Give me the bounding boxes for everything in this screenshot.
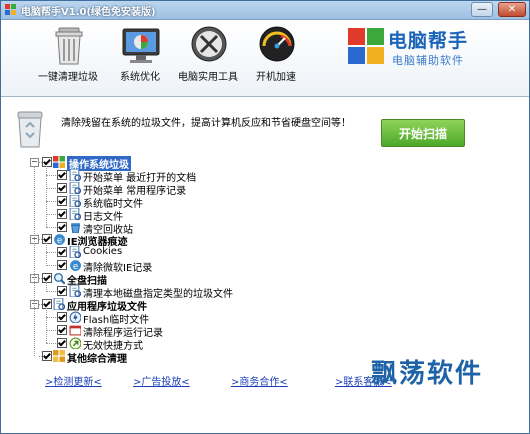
tree-checkbox[interactable] [42,273,52,284]
watermark: 飘荡软件 [361,353,529,393]
document-search-icon [69,207,81,220]
tree-connector [46,174,56,176]
tree-item-label[interactable]: Cookies [83,246,122,257]
ie-icon: e [54,234,65,246]
tree-connector [46,213,56,215]
tree-checkbox[interactable] [57,182,67,193]
toolbar-item-label: 系统优化 [120,72,160,83]
tree-connector [46,282,47,292]
tree-connector [46,187,56,189]
link-check-update[interactable]: >检测更新< [45,373,102,388]
brand-logo: 电脑帮手 电脑辅助软件 [347,25,527,77]
tree-connector [46,252,56,254]
document-search-icon [53,297,65,310]
shortcut-icon [69,337,81,349]
svg-text:e: e [73,262,78,271]
toolbar-item-utility-tools[interactable]: 电脑实用工具 [171,22,245,92]
tree-connector [46,265,56,267]
link-label[interactable]: 广告投放 [141,377,181,388]
link-advertising[interactable]: >广告投放< [133,373,190,388]
ie-icon: e [70,260,81,272]
document-search-icon [69,181,81,194]
tree-connector [46,316,56,318]
tree-connector [46,291,56,292]
tree-checkbox[interactable] [57,311,67,322]
link-business[interactable]: >商务合作< [231,373,288,388]
document-search-icon [69,168,81,181]
document-search-icon [69,285,81,297]
tree-checkbox[interactable] [42,298,52,309]
toolbar: 一键清理垃圾 系统优化 电脑实用工具 开机加速 电脑帮手 电脑辅助软件 [1,20,529,97]
toolbar-item-label: 一键清理垃圾 [38,72,98,83]
flash-icon [69,311,81,323]
tree-checkbox[interactable] [42,234,52,245]
app-icon [5,4,16,15]
tree-checkbox[interactable] [57,247,67,258]
toolbar-item-label: 电脑实用工具 [178,72,238,83]
speedometer-icon [259,26,295,62]
minimize-button[interactable]: — [471,2,493,17]
tree-checkbox[interactable] [57,195,67,206]
link-label[interactable]: 检测更新 [53,377,93,388]
svg-text:e: e [57,236,62,245]
brand-subtitle: 电脑辅助软件 [392,54,464,67]
tree-group-label[interactable]: 其他综合清理 [67,350,127,365]
document-search-icon [69,246,81,259]
tree-checkbox[interactable] [57,221,67,232]
toolbar-item-label: 开机加速 [256,72,296,83]
tree-checkbox[interactable] [57,169,67,180]
tools-icon [191,26,227,62]
recycle-bin-icon [71,222,80,233]
watermark-text: 飘荡软件 [371,359,484,389]
tree-connector [34,166,35,357]
windows-flag-icon [53,156,65,168]
tree-checkbox[interactable] [57,337,67,348]
toolbar-item-boot-speed[interactable]: 开机加速 [239,22,313,92]
tree-checkbox[interactable] [57,286,67,296]
program-icon [69,325,81,336]
tree-connector [46,329,56,331]
tree-connector [46,226,56,228]
brand-title: 电脑帮手 [388,30,469,52]
document-search-icon [69,194,81,207]
tree-checkbox[interactable] [42,350,52,361]
magnifier-icon [53,273,65,285]
toolbar-item-clean-junk[interactable]: 一键清理垃圾 [31,22,105,92]
grid-icon [53,349,65,362]
clean-description: 清除残留在系统的垃圾文件，提高计算机反应和节省硬盘空间等！ [61,118,351,129]
app-window: 电脑帮手V1.0(绿色免安装版) — ✕ 一键清理垃圾 系统优化 电脑实用工具 … [0,0,530,434]
tree-connector [46,243,47,267]
tree-connector [46,200,56,202]
tree-connector [46,165,47,228]
tree-connector [46,342,56,344]
tree-checkbox[interactable] [57,208,67,219]
trash-can-icon [55,27,83,65]
link-label[interactable]: 商务合作 [239,377,279,388]
start-scan-button[interactable]: 开始扫描 [381,119,465,147]
window-title: 电脑帮手V1.0(绿色免安装版) [21,7,156,18]
windows-logo-icon [348,28,384,64]
tree-checkbox[interactable] [42,157,52,167]
monitor-icon [122,28,160,63]
tree-connector [46,307,47,344]
tree-checkbox[interactable] [57,260,67,271]
close-button[interactable]: ✕ [498,2,526,17]
tree-checkbox[interactable] [57,324,67,335]
toolbar-item-system-optimize[interactable]: 系统优化 [103,22,177,92]
recycle-bin-icon [17,111,43,148]
title-bar[interactable]: 电脑帮手V1.0(绿色免安装版) — ✕ [1,1,529,20]
